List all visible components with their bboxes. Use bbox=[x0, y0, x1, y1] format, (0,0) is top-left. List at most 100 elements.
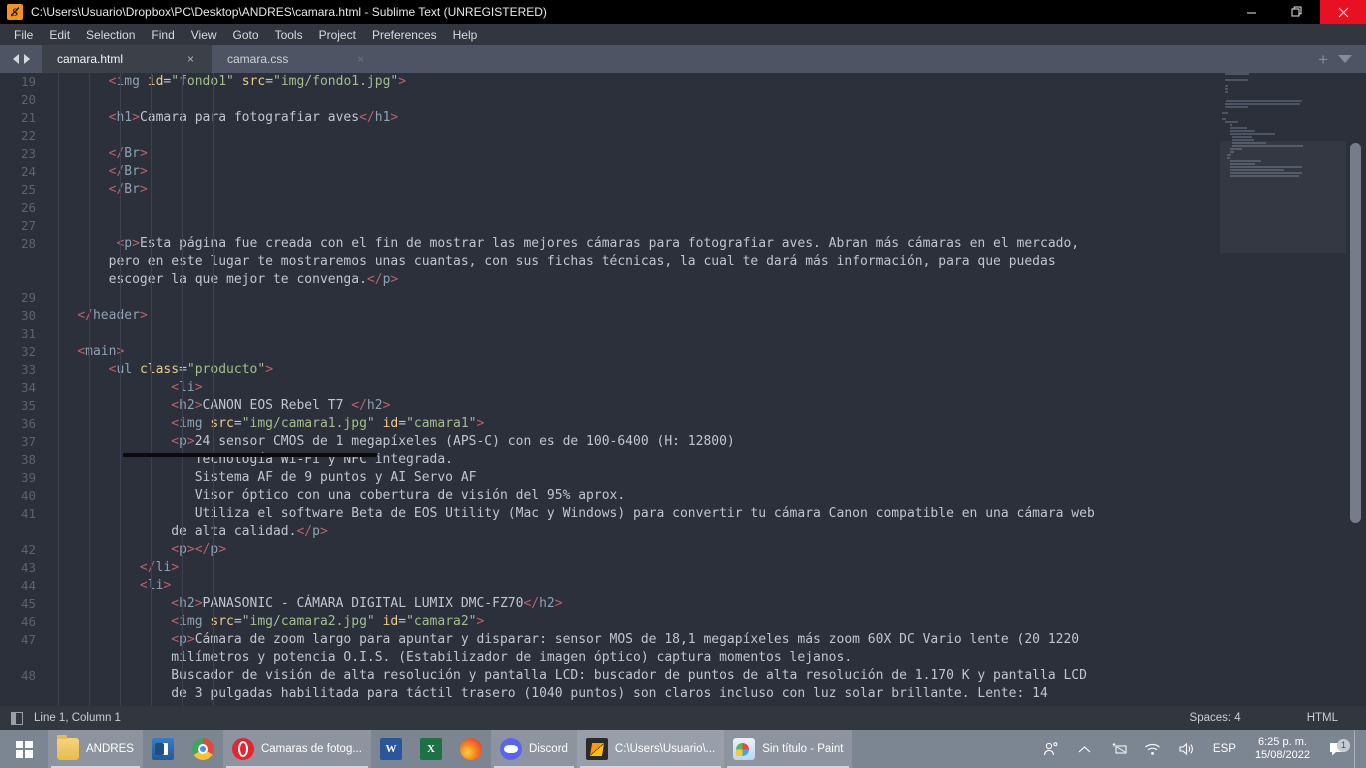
people-icon[interactable] bbox=[1034, 741, 1068, 757]
code-line[interactable]: </Br> bbox=[46, 145, 1220, 163]
line-number: 47 bbox=[20, 632, 36, 647]
code-line[interactable]: <li> bbox=[46, 379, 1220, 397]
minimize-icon[interactable] bbox=[1228, 0, 1274, 24]
speaker-icon[interactable] bbox=[1170, 742, 1204, 756]
code-line[interactable] bbox=[46, 127, 1220, 145]
minimap-line bbox=[1220, 82, 1346, 84]
taskbar-item-c-users-usuario[interactable]: C:\Users\Usuario\... bbox=[576, 730, 725, 768]
taskbar-item-outlook[interactable] bbox=[143, 730, 183, 768]
title-bar: S C:\Users\Usuario\Dropbox\PC\Desktop\AN… bbox=[0, 0, 1366, 24]
code-line[interactable]: de alta calidad.</p> bbox=[46, 523, 1220, 541]
excel-icon: X bbox=[419, 738, 442, 760]
code-line[interactable]: de 3 pulgadas habilitada para táctil tra… bbox=[46, 685, 1220, 703]
code-line[interactable]: <h1>Camara para fotografiar aves</h1> bbox=[46, 109, 1220, 127]
tab-camara-html[interactable]: camara.html × bbox=[42, 45, 212, 73]
chevron-up-icon[interactable] bbox=[1068, 745, 1102, 754]
menu-item-help[interactable]: Help bbox=[445, 26, 486, 44]
code-line[interactable]: <ul class="producto"> bbox=[46, 361, 1220, 379]
window-controls bbox=[1228, 0, 1366, 24]
menu-item-project[interactable]: Project bbox=[311, 26, 364, 44]
taskbar-item-camaras-de-fotog[interactable]: Camaras de fotog... bbox=[222, 730, 371, 768]
maximize-icon[interactable] bbox=[1274, 0, 1320, 24]
code-line[interactable]: </header> bbox=[46, 307, 1220, 325]
line-number: 31 bbox=[20, 326, 36, 341]
taskbar-item-sin-t-tulo-paint[interactable]: Sin título - Paint bbox=[724, 730, 853, 768]
syntax-mode[interactable]: HTML bbox=[1307, 712, 1338, 724]
code-line[interactable] bbox=[46, 217, 1220, 235]
minimap-line bbox=[1220, 106, 1346, 108]
menu-item-edit[interactable]: Edit bbox=[41, 26, 78, 44]
code-line[interactable]: <li> bbox=[46, 577, 1220, 595]
line-number: 41 bbox=[20, 506, 36, 521]
menu-item-selection[interactable]: Selection bbox=[78, 26, 143, 44]
wifi-icon[interactable] bbox=[1136, 742, 1170, 756]
code-line[interactable] bbox=[46, 325, 1220, 343]
code-line[interactable]: <p>24 sensor CMOS de 1 megapíxeles (APS-… bbox=[46, 433, 1220, 451]
indentation-setting[interactable]: Spaces: 4 bbox=[1190, 712, 1241, 724]
code-line[interactable]: <h2>CANON EOS Rebel T7 </h2> bbox=[46, 397, 1220, 415]
code-editor[interactable]: 19 20 21 22 23 24 25 26 27 28 29 30 31 32 33 34 35 36 37 38… bbox=[0, 73, 1366, 706]
code-line[interactable]: escoger la que mejor te convenga.</p> bbox=[46, 271, 1220, 289]
code-line[interactable]: Buscador de visión de alta resolución y … bbox=[46, 667, 1220, 685]
code-line[interactable]: <img src="img/camara2.jpg" id="camara2"> bbox=[46, 613, 1220, 631]
menu-item-view[interactable]: View bbox=[183, 26, 225, 44]
taskbar-item-word[interactable]: W bbox=[371, 730, 411, 768]
code-line[interactable]: </Br> bbox=[46, 181, 1220, 199]
menu-item-tools[interactable]: Tools bbox=[267, 26, 311, 44]
code-line[interactable]: </Br> bbox=[46, 163, 1220, 181]
taskbar-item-firefox[interactable] bbox=[451, 730, 491, 768]
code-line[interactable]: <p>Esta página fue creada con el fin de … bbox=[46, 235, 1220, 253]
minimap-line bbox=[1220, 133, 1346, 135]
code-line[interactable]: Utiliza el software Beta de EOS Utility … bbox=[46, 505, 1220, 523]
code-line[interactable]: <img src="img/camara1.jpg" id="camara1"> bbox=[46, 415, 1220, 433]
minimap-line bbox=[1220, 79, 1346, 81]
code-line[interactable]: <main> bbox=[46, 343, 1220, 361]
code-line[interactable] bbox=[46, 289, 1220, 307]
clock[interactable]: 6:25 p. m. 15/08/2022 bbox=[1245, 736, 1320, 762]
usb-eject-icon[interactable] bbox=[1102, 742, 1136, 756]
menu-item-preferences[interactable]: Preferences bbox=[364, 26, 445, 44]
minimap-line bbox=[1220, 136, 1346, 138]
sidebar-toggle-icon[interactable] bbox=[11, 711, 23, 725]
code-line[interactable]: <img id="fondo1" src="img/fondo1.jpg"> bbox=[46, 73, 1220, 91]
arrow-left-icon[interactable] bbox=[12, 54, 19, 64]
code-line[interactable]: Visor óptico con una cobertura de visión… bbox=[46, 487, 1220, 505]
line-number: 32 bbox=[20, 344, 36, 359]
menu-item-find[interactable]: Find bbox=[143, 26, 182, 44]
code-line[interactable]: </li> bbox=[46, 559, 1220, 577]
code-content[interactable]: <img id="fondo1" src="img/fondo1.jpg"> <… bbox=[46, 73, 1220, 706]
close-icon[interactable]: × bbox=[187, 53, 194, 65]
chevron-down-icon[interactable] bbox=[1338, 55, 1352, 63]
code-line[interactable] bbox=[46, 91, 1220, 109]
taskbar-item-chrome[interactable] bbox=[183, 730, 223, 768]
notification-count: 1 bbox=[1337, 738, 1350, 752]
line-number: 35 bbox=[20, 398, 36, 413]
code-line[interactable] bbox=[46, 199, 1220, 217]
taskbar-item-discord[interactable]: Discord bbox=[490, 730, 577, 768]
code-line[interactable]: <p></p> bbox=[46, 541, 1220, 559]
taskbar-item-andres[interactable]: ANDRES bbox=[48, 730, 143, 768]
close-icon[interactable]: × bbox=[357, 53, 364, 65]
line-number: 29 bbox=[20, 290, 36, 305]
language-indicator[interactable]: ESP bbox=[1204, 743, 1245, 755]
code-line[interactable]: milímetros y potencia O.I.S. (Estabiliza… bbox=[46, 649, 1220, 667]
arrow-right-icon[interactable] bbox=[23, 54, 30, 64]
code-line[interactable]: <h2>PANASONIC - CÁMARA DIGITAL LUMIX DMC… bbox=[46, 595, 1220, 613]
line-number: 38 bbox=[20, 452, 36, 467]
code-line[interactable]: pero en este lugar te mostraremos unas c… bbox=[46, 253, 1220, 271]
menu-item-goto[interactable]: Goto bbox=[225, 26, 267, 44]
code-line[interactable]: <p>Cámara de zoom largo para apuntar y d… bbox=[46, 631, 1220, 649]
code-minimap[interactable] bbox=[1220, 73, 1346, 706]
scrollbar-thumb[interactable] bbox=[1350, 143, 1361, 523]
code-line[interactable]: Sistema AF de 9 puntos y AI Servo AF bbox=[46, 469, 1220, 487]
taskbar-item-excel[interactable]: X bbox=[411, 730, 451, 768]
tab-camara-css[interactable]: camara.css × bbox=[212, 45, 382, 73]
new-tab-button[interactable]: + bbox=[1318, 51, 1328, 68]
action-center-icon[interactable]: 1 bbox=[1320, 738, 1354, 758]
minimap-viewport[interactable] bbox=[1220, 141, 1346, 253]
menu-item-file[interactable]: File bbox=[6, 26, 41, 44]
close-icon[interactable] bbox=[1320, 0, 1366, 24]
show-desktop-button[interactable] bbox=[1354, 730, 1362, 768]
vertical-scrollbar[interactable] bbox=[1346, 73, 1366, 706]
windows-start-icon[interactable] bbox=[0, 730, 48, 768]
